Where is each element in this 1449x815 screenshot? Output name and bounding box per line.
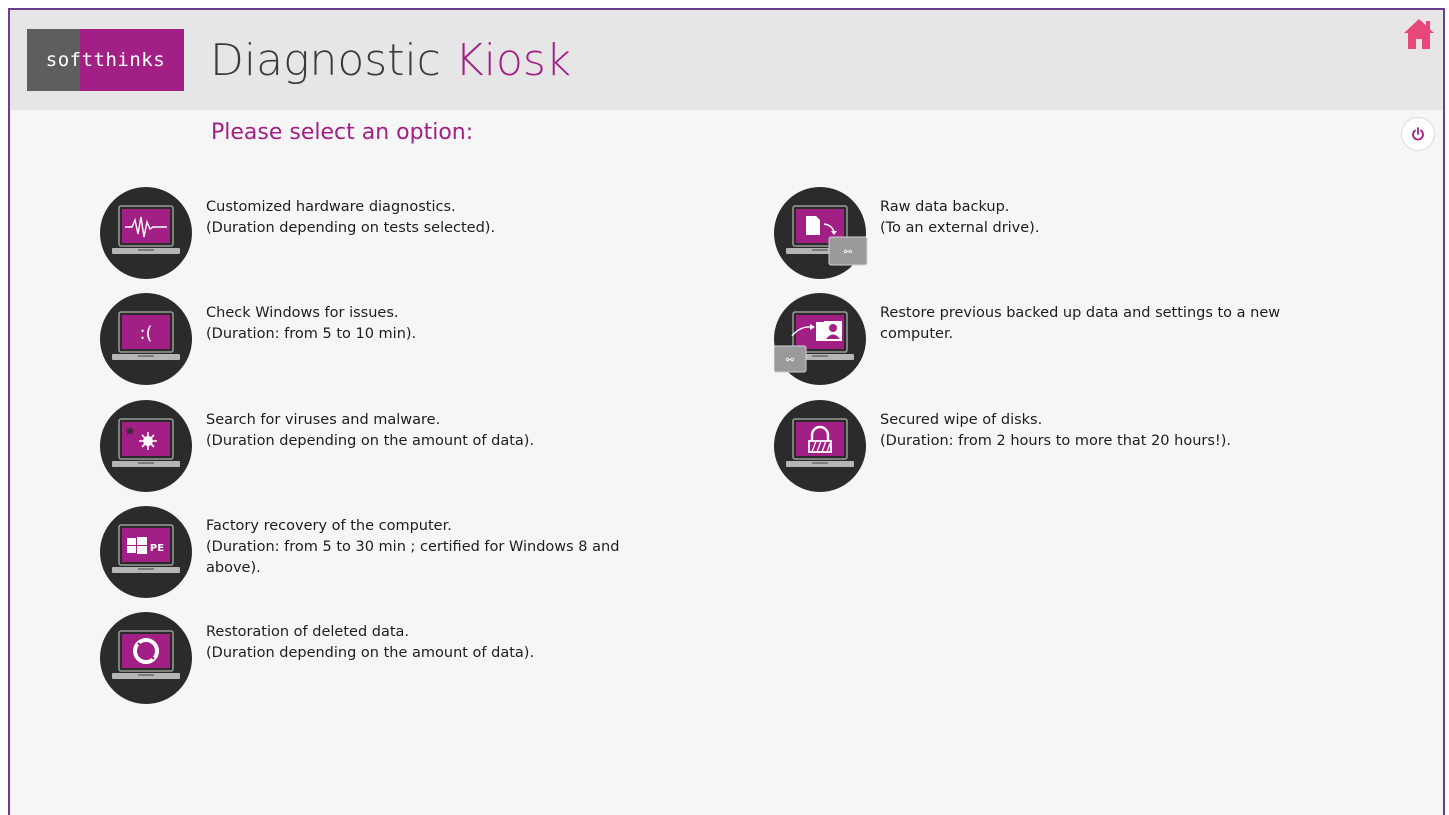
header-bar: softthinks Diagnostic Kiosk xyxy=(10,10,1443,110)
option-duration: (Duration depending on the amount of dat… xyxy=(206,645,535,661)
option-title: Secured wipe of disks. xyxy=(880,412,1043,428)
svg-text:⚯: ⚯ xyxy=(844,247,853,258)
softthinks-logo: softthinks xyxy=(27,29,184,91)
option-raw-backup[interactable]: ⚯ Raw data backup. (To an external drive… xyxy=(774,187,1320,279)
factory-recovery-icon: PE xyxy=(100,506,192,598)
option-title: Factory recovery of the computer. xyxy=(206,518,452,534)
svg-text:⚯: ⚯ xyxy=(786,355,795,366)
option-duration: (Duration: from 5 to 10 min). xyxy=(206,326,417,342)
app-title: Diagnostic Kiosk xyxy=(210,35,571,86)
option-title: Restore previous backed up data and sett… xyxy=(880,305,1281,342)
option-duration: (Duration depending on tests selected). xyxy=(206,220,496,236)
pe-label: PE xyxy=(150,543,164,554)
secure-wipe-icon xyxy=(774,400,866,492)
prompt-heading: Please select an option: xyxy=(211,120,474,145)
home-icon xyxy=(1404,19,1434,49)
windows-issues-icon: :( xyxy=(100,293,192,385)
option-restore-settings[interactable]: ⚯ Restore previous backed up data and se… xyxy=(773,293,1320,385)
power-button[interactable] xyxy=(1401,117,1435,151)
power-icon xyxy=(1412,127,1424,141)
option-title: Search for viruses and malware. xyxy=(206,412,441,428)
home-button[interactable] xyxy=(1401,16,1437,52)
app-title-accent: Kiosk xyxy=(454,35,572,86)
data-restoration-icon xyxy=(100,612,192,704)
option-duration: (Duration: from 2 hours to more that 20 … xyxy=(880,433,1231,449)
kiosk-window: softthinks Diagnostic Kiosk Please selec… xyxy=(8,8,1445,815)
hardware-diagnostics-icon xyxy=(100,187,192,279)
option-title: Raw data backup. xyxy=(880,199,1010,215)
option-hardware-diagnostics[interactable]: Customized hardware diagnostics. (Durati… xyxy=(100,187,646,279)
option-duration: (Duration depending on the amount of dat… xyxy=(206,433,535,449)
option-duration: (To an external drive). xyxy=(880,220,1040,236)
option-title: Check Windows for issues. xyxy=(206,305,399,321)
option-data-restoration[interactable]: Restoration of deleted data. (Duration d… xyxy=(100,612,646,704)
option-virus-scan[interactable]: Search for viruses and malware. (Duratio… xyxy=(100,400,646,492)
option-factory-recovery[interactable]: PE Factory recovery of the computer. (Du… xyxy=(100,506,646,598)
logo-text: softthinks xyxy=(45,49,166,71)
option-duration: (Duration: from 5 to 30 min ; certified … xyxy=(206,539,620,576)
virus-scan-icon xyxy=(100,400,192,492)
sad-face-label: :( xyxy=(139,323,152,344)
raw-backup-icon: ⚯ xyxy=(774,187,868,279)
option-check-windows[interactable]: :( Check Windows for issues. (Duration: … xyxy=(100,293,646,385)
option-title: Restoration of deleted data. xyxy=(206,624,410,640)
app-title-main: Diagnostic xyxy=(210,35,441,86)
option-secure-wipe[interactable]: Secured wipe of disks. (Duration: from 2… xyxy=(774,400,1320,492)
restore-settings-icon: ⚯ xyxy=(773,293,866,385)
option-title: Customized hardware diagnostics. xyxy=(206,199,456,215)
